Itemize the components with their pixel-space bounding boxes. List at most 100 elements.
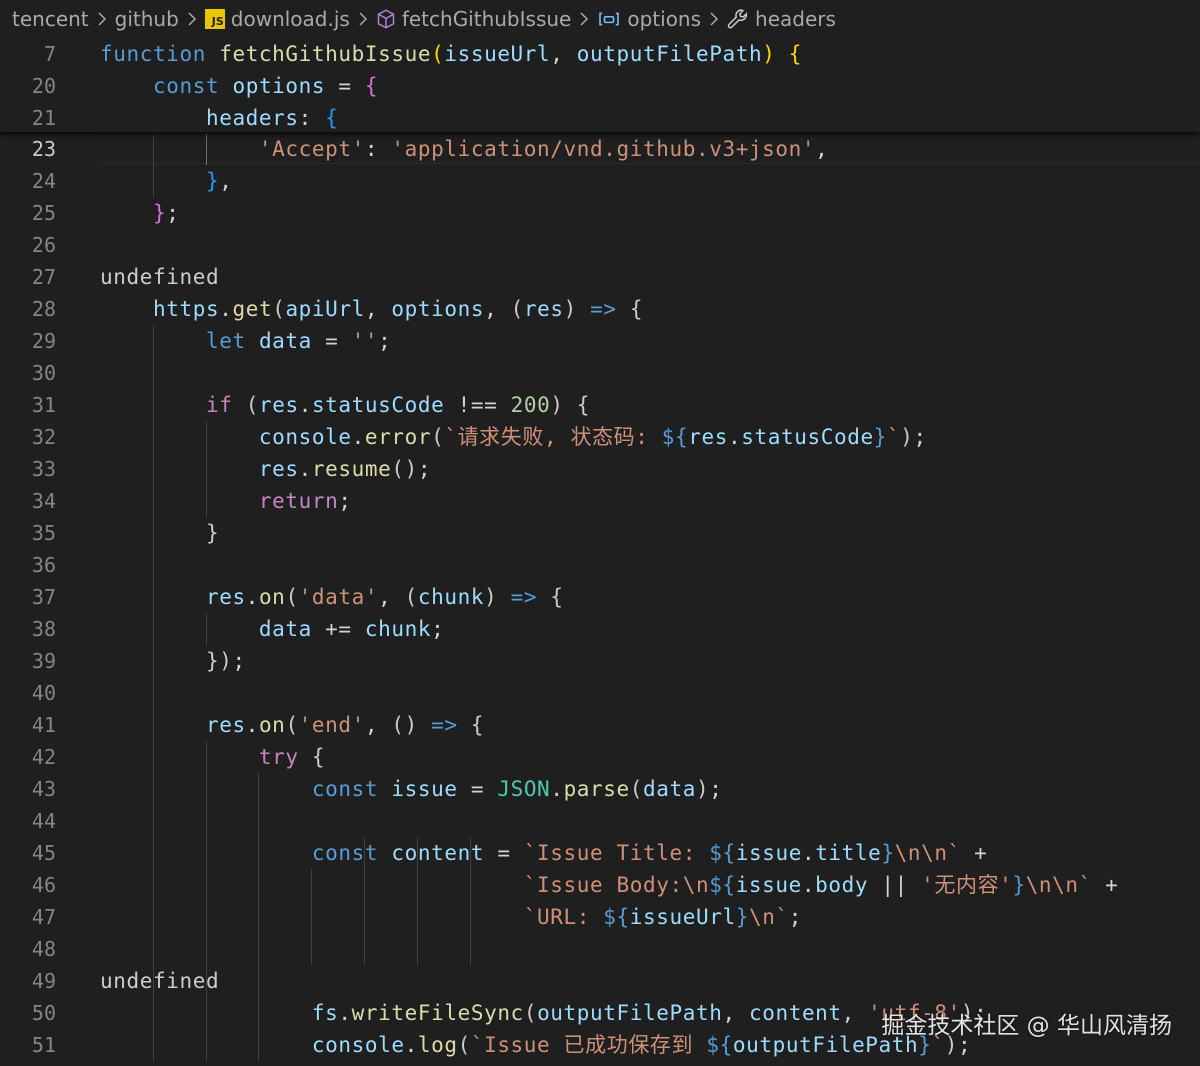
chevron-right-icon xyxy=(579,11,589,27)
indent-guide xyxy=(364,933,365,965)
js-file-icon: JS xyxy=(204,9,225,29)
cube-icon xyxy=(376,9,396,29)
chevron-right-icon xyxy=(97,11,107,27)
chevron-right-icon xyxy=(709,11,719,27)
code-text: } xyxy=(205,521,220,545)
breadcrumb-label: tencent xyxy=(12,7,89,31)
code-line[interactable]: 31 if (res.statusCode !== 200) { xyxy=(0,389,1200,421)
chevron-right-icon xyxy=(187,11,197,27)
indent-guide xyxy=(152,933,154,965)
code-line[interactable]: 28 https.get(apiUrl, options, (res) => { xyxy=(0,293,1200,325)
indent-guide xyxy=(416,869,418,901)
line-number: 27 xyxy=(31,265,56,289)
breadcrumb-item-github[interactable]: github xyxy=(115,7,179,31)
sticky-scroll-header[interactable]: 7 function fetchGithubIssue(issueUrl, out… xyxy=(0,36,1200,132)
indent-guide xyxy=(364,869,365,901)
line-number: 38 xyxy=(31,617,56,641)
line-number: 32 xyxy=(31,425,56,449)
line-number: 48 xyxy=(31,937,56,961)
line-number: 35 xyxy=(31,521,56,545)
line-number: 36 xyxy=(31,553,56,577)
code-editor[interactable]: 23 'Accept': 'application/vnd.github.v3+… xyxy=(0,133,1200,1066)
code-line[interactable]: 37 res.on('data', (chunk) => { xyxy=(0,581,1200,613)
code-text: const options = { xyxy=(152,74,379,98)
line-number: 45 xyxy=(31,841,56,865)
code-text: `URL: ${issueUrl}\n`; xyxy=(523,905,802,929)
code-line[interactable]: 32 console.error(`请求失败, 状态码: ${res.statu… xyxy=(0,421,1200,453)
code-line[interactable]: 41 res.on('end', () => { xyxy=(0,709,1200,741)
line-number: 42 xyxy=(31,745,56,769)
line-number: 24 xyxy=(31,169,56,193)
code-line[interactable]: 44 xyxy=(0,805,1200,837)
code-line[interactable]: 49 undefined xyxy=(0,965,1200,997)
code-line[interactable]: 42 try { xyxy=(0,741,1200,773)
code-line[interactable]: 21 headers: { xyxy=(0,102,1200,134)
code-text: fs.writeFileSync(outputFilePath, content… xyxy=(311,1001,988,1025)
code-text: return; xyxy=(258,489,352,513)
code-text: 'Accept': 'application/vnd.github.v3+jso… xyxy=(258,137,829,161)
code-line[interactable]: 20 const options = { xyxy=(0,70,1200,102)
code-text: const content = `Issue Title: ${issue.ti… xyxy=(311,841,988,865)
code-line[interactable]: 48 xyxy=(0,933,1200,965)
indent-guide xyxy=(469,901,471,933)
code-line[interactable]: 29 let data = ''; xyxy=(0,325,1200,357)
code-line[interactable]: 40 xyxy=(0,677,1200,709)
code-text: undefined xyxy=(100,265,220,289)
code-line[interactable]: 36 xyxy=(0,549,1200,581)
breadcrumb-label: headers xyxy=(755,7,836,31)
code-line[interactable]: 7 function fetchGithubIssue(issueUrl, out… xyxy=(0,38,1200,70)
breadcrumb-item-headers[interactable]: headers xyxy=(727,7,836,31)
line-number: 44 xyxy=(31,809,56,833)
code-line[interactable]: 30 xyxy=(0,357,1200,389)
wrench-icon xyxy=(727,8,749,30)
indent-guide xyxy=(364,837,365,869)
breadcrumb-item-fetchgithubissue[interactable]: fetchGithubIssue xyxy=(376,7,571,31)
line-number: 28 xyxy=(31,297,56,321)
code-line[interactable]: 34 return; xyxy=(0,485,1200,517)
code-line[interactable]: 35 } xyxy=(0,517,1200,549)
indent-guide xyxy=(416,837,418,869)
code-text: try { xyxy=(258,745,326,769)
code-line[interactable]: 33 res.resume(); xyxy=(0,453,1200,485)
indent-guide xyxy=(416,933,418,965)
line-number: 29 xyxy=(31,329,56,353)
line-number: 40 xyxy=(31,681,56,705)
code-text: data += chunk; xyxy=(258,617,445,641)
code-line[interactable]: 27 undefined xyxy=(0,261,1200,293)
line-number: 50 xyxy=(31,1001,56,1025)
code-line[interactable]: 43 const issue = JSON.parse(data); xyxy=(0,773,1200,805)
code-text: res.on('end', () => { xyxy=(205,713,485,737)
code-text: res.on('data', (chunk) => { xyxy=(205,585,564,609)
code-text: }, xyxy=(205,169,233,193)
indent-guide xyxy=(469,869,471,901)
code-line[interactable]: 46 `Issue Body:\n${issue.body || '无内容'}\… xyxy=(0,869,1200,901)
line-number: 47 xyxy=(31,905,56,929)
line-number: 49 xyxy=(31,969,56,993)
editor-window: tencent github JS download.js fetchGithubIss… xyxy=(0,0,1200,1066)
code-line[interactable]: 45 const content = `Issue Title: ${issue… xyxy=(0,837,1200,869)
breadcrumb-label: github xyxy=(114,7,179,31)
code-text: if (res.statusCode !== 200) { xyxy=(205,393,591,417)
line-number: 34 xyxy=(31,489,56,513)
indent-guide xyxy=(258,933,260,965)
line-number: 39 xyxy=(31,649,56,673)
indent-guide xyxy=(205,933,207,965)
indent-guide xyxy=(152,549,154,581)
indent-guide xyxy=(258,965,260,997)
code-line[interactable]: 26 xyxy=(0,229,1200,261)
code-text: `Issue Body:\n${issue.body || '无内容'}\n\n… xyxy=(523,873,1119,897)
breadcrumb-item-tencent[interactable]: tencent xyxy=(12,7,89,31)
code-line[interactable]: 23 'Accept': 'application/vnd.github.v3+… xyxy=(0,133,1200,165)
code-line[interactable]: 25 }; xyxy=(0,197,1200,229)
code-line[interactable]: 39 }); xyxy=(0,645,1200,677)
line-number: 30 xyxy=(31,361,56,385)
indent-guide xyxy=(152,677,154,709)
breadcrumb-item-download-js[interactable]: JS download.js xyxy=(204,7,350,31)
indent-guide xyxy=(311,933,313,965)
code-line[interactable]: 38 data += chunk; xyxy=(0,613,1200,645)
code-text: https.get(apiUrl, options, (res) => { xyxy=(152,297,644,321)
code-line[interactable]: 24 }, xyxy=(0,165,1200,197)
indent-guide xyxy=(364,901,365,933)
breadcrumb-item-options[interactable]: options xyxy=(597,7,701,31)
code-line[interactable]: 47 `URL: ${issueUrl}\n`; xyxy=(0,901,1200,933)
